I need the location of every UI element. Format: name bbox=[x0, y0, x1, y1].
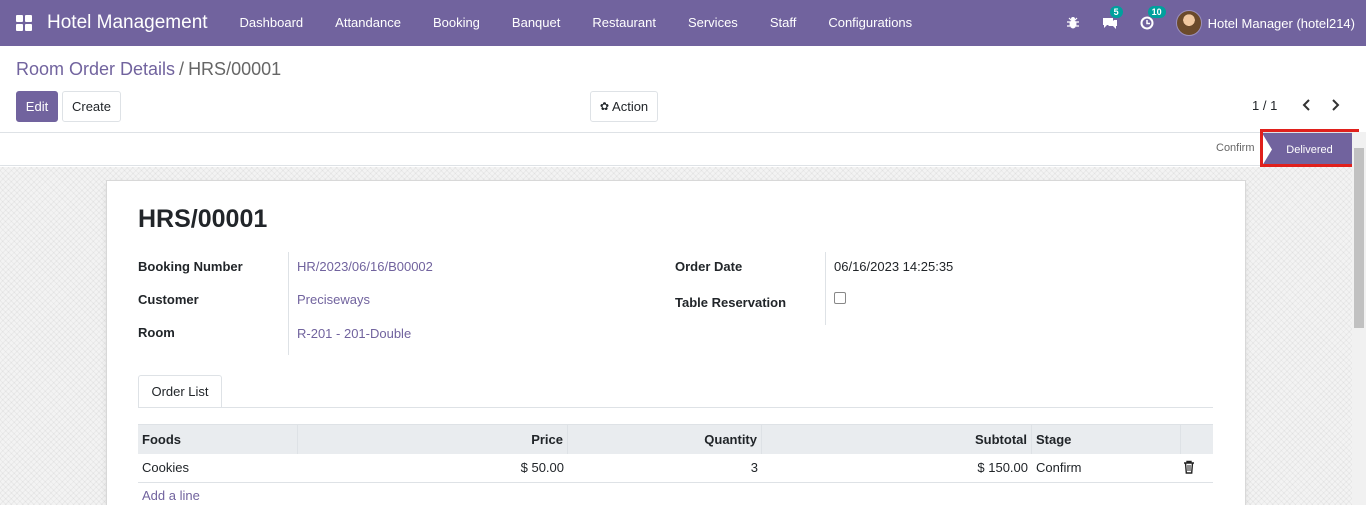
create-button[interactable]: Create bbox=[62, 91, 121, 122]
record-title: HRS/00001 bbox=[138, 205, 268, 233]
order-date-value: 06/16/2023 14:25:35 bbox=[834, 259, 954, 274]
pager-value[interactable]: 1 / 1 bbox=[1252, 98, 1277, 113]
booking-number-label: Booking Number bbox=[138, 259, 243, 274]
customer-link[interactable]: Preciseways bbox=[297, 292, 370, 307]
cell-quantity[interactable]: 3 bbox=[568, 454, 762, 482]
gear-icon: ✿ bbox=[599, 101, 610, 113]
cell-price[interactable]: $ 50.00 bbox=[298, 454, 568, 482]
breadcrumb-parent[interactable]: Room Order Details bbox=[16, 59, 175, 80]
table-reservation-label: Table Reservation bbox=[675, 295, 787, 310]
tab-order-list[interactable]: Order List bbox=[138, 375, 222, 408]
delete-row-trash-icon[interactable] bbox=[1183, 460, 1195, 474]
room-link[interactable]: R-201 - 201-Double bbox=[297, 326, 411, 341]
chevron-right-icon bbox=[1332, 99, 1340, 111]
left-group-divider bbox=[288, 252, 289, 355]
activities-count-badge: 10 bbox=[1147, 6, 1166, 18]
col-quantity[interactable]: Quantity bbox=[568, 425, 762, 454]
col-stage[interactable]: Stage bbox=[1032, 425, 1181, 454]
user-menu[interactable]: Hotel Manager (hotel214) bbox=[1208, 16, 1355, 31]
tab-underline bbox=[138, 407, 1213, 408]
systray: 5 10 Hotel Manager (hotel214) bbox=[1066, 0, 1366, 46]
table-row[interactable]: Cookies $ 50.00 3 $ 150.00 Confirm bbox=[138, 454, 1213, 483]
action-label: Action bbox=[612, 99, 649, 114]
booking-number-link[interactable]: HR/2023/06/16/B00002 bbox=[297, 259, 433, 274]
breadcrumb: Room Order Details / HRS/00001 bbox=[16, 59, 281, 80]
order-date-label: Order Date bbox=[675, 259, 743, 274]
col-price[interactable]: Price bbox=[298, 425, 568, 454]
edit-button[interactable]: Edit bbox=[16, 91, 58, 122]
menu-configurations[interactable]: Configurations bbox=[812, 0, 928, 46]
menu-booking[interactable]: Booking bbox=[417, 0, 496, 46]
top-navbar: Hotel Management Dashboard Attandance Bo… bbox=[0, 0, 1366, 46]
messages-button[interactable]: 5 bbox=[1102, 6, 1123, 30]
menu-banquet[interactable]: Banquet bbox=[496, 0, 576, 46]
right-group-divider bbox=[825, 252, 826, 325]
add-line-link[interactable]: Add a line bbox=[142, 488, 200, 503]
menu-staff[interactable]: Staff bbox=[754, 0, 813, 46]
stage-confirm[interactable]: Confirm bbox=[1216, 142, 1255, 154]
cell-subtotal[interactable]: $ 150.00 bbox=[762, 454, 1032, 482]
chat-icon bbox=[1102, 18, 1117, 29]
status-bar: Confirm Delivered bbox=[0, 132, 1366, 166]
room-label: Room bbox=[138, 325, 175, 340]
menu-attandance[interactable]: Attandance bbox=[319, 0, 417, 46]
cell-stage[interactable]: Confirm bbox=[1032, 454, 1181, 482]
pager-next-button[interactable] bbox=[1326, 96, 1344, 114]
main-menu: Dashboard Attandance Booking Banquet Res… bbox=[224, 0, 929, 46]
clock-icon bbox=[1140, 16, 1154, 30]
pager-previous-button[interactable] bbox=[1298, 96, 1316, 114]
activities-button[interactable]: 10 bbox=[1140, 6, 1166, 30]
cell-food[interactable]: Cookies bbox=[138, 454, 298, 482]
customer-label: Customer bbox=[138, 292, 199, 307]
order-table-header: Foods Price Quantity Subtotal Stage bbox=[138, 424, 1213, 454]
action-button[interactable]: ✿ Action bbox=[590, 91, 658, 122]
table-reservation-checkbox[interactable] bbox=[834, 292, 846, 304]
breadcrumb-separator: / bbox=[179, 59, 185, 79]
chevron-left-icon bbox=[1302, 99, 1310, 111]
highlight-annotation-box bbox=[1260, 129, 1359, 167]
messages-count-badge: 5 bbox=[1109, 6, 1123, 18]
col-subtotal[interactable]: Subtotal bbox=[762, 425, 1032, 454]
breadcrumb-current: HRS/00001 bbox=[188, 59, 282, 79]
debug-bug-icon[interactable] bbox=[1066, 16, 1080, 30]
col-foods[interactable]: Foods bbox=[138, 425, 298, 454]
menu-dashboard[interactable]: Dashboard bbox=[224, 0, 320, 46]
app-brand[interactable]: Hotel Management bbox=[47, 12, 208, 34]
apps-menu-icon[interactable] bbox=[16, 15, 32, 31]
menu-services[interactable]: Services bbox=[672, 0, 754, 46]
scrollbar-thumb[interactable] bbox=[1354, 148, 1364, 328]
menu-restaurant[interactable]: Restaurant bbox=[576, 0, 672, 46]
user-avatar[interactable] bbox=[1175, 10, 1202, 36]
